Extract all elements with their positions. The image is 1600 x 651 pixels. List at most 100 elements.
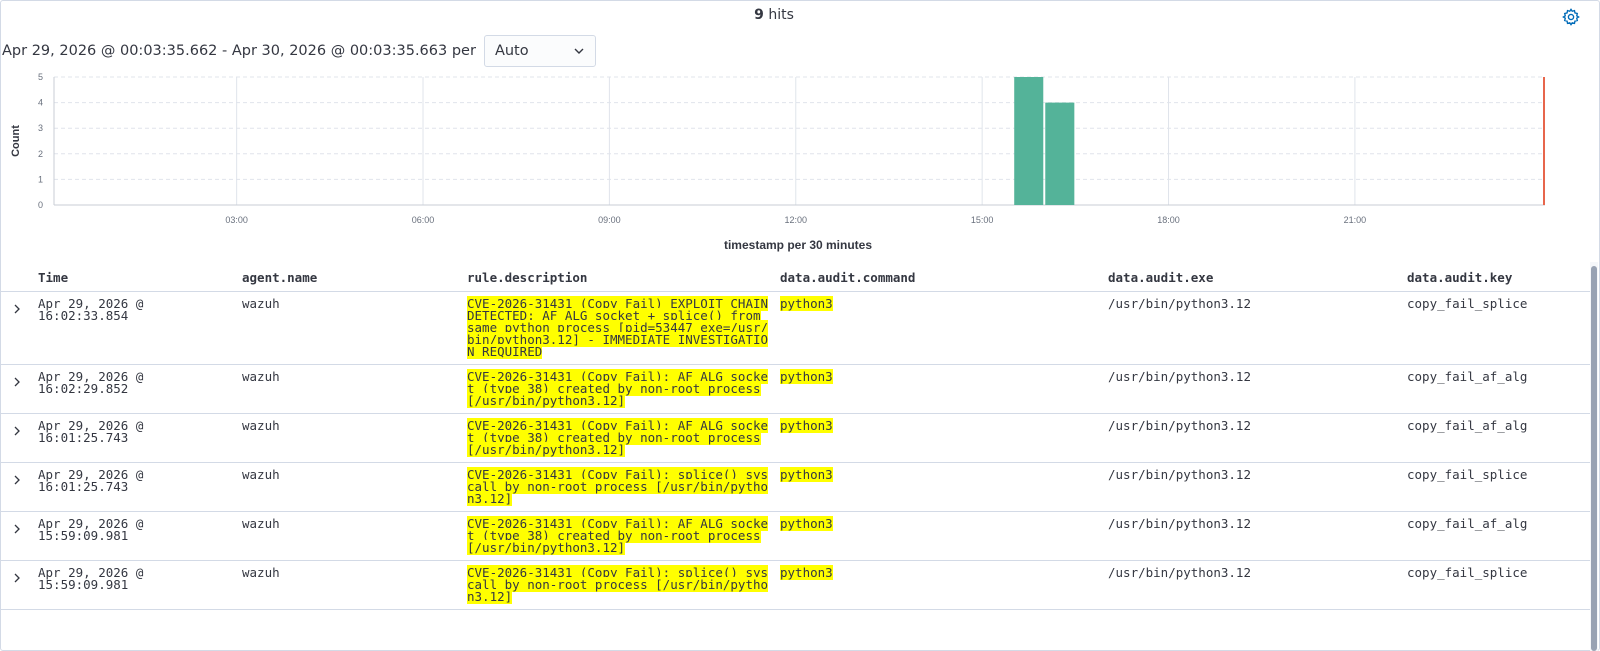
highlighted-command: python3 — [780, 295, 833, 311]
cell-audit-exe: /usr/bin/python3.12 — [1108, 564, 1251, 580]
chevron-right-icon — [14, 426, 20, 435]
highlighted-description: CVE-2026-31431 (Copy Fail): splice() sys… — [467, 466, 769, 506]
interval-select[interactable]: Auto — [483, 35, 596, 67]
row-expand-toggle[interactable] — [0, 364, 34, 413]
cell-audit-exe: /usr/bin/python3.12 — [1108, 515, 1251, 531]
x-tick-label: 21:00 — [1344, 215, 1367, 225]
cell-audit-command: python3 — [776, 413, 1104, 462]
cell-rule-description: CVE-2026-31431 (Copy Fail): AF_ALG socke… — [463, 413, 776, 462]
highlighted-description: CVE-2026-31431 (Copy Fail): AF_ALG socke… — [467, 417, 769, 457]
x-tick-label: 15:00 — [971, 215, 994, 225]
cell-audit-exe: /usr/bin/python3.12 — [1108, 417, 1251, 433]
y-axis-title: Count — [10, 125, 22, 157]
table-row: Apr 29, 2026 @ 16:01:25.743 wazuh CVE-2026… — [0, 413, 1590, 462]
row-expand-toggle[interactable] — [0, 511, 34, 560]
column-header-rule-description[interactable]: rule.description — [463, 264, 776, 291]
row-expand-toggle[interactable] — [0, 291, 34, 364]
cell-audit-command: python3 — [776, 291, 1104, 364]
cell-time: Apr 29, 2026 @ 16:02:29.852 — [38, 368, 144, 396]
cell-audit-key: copy_fail_af_alg — [1407, 368, 1528, 384]
table-row: Apr 29, 2026 @ 16:02:33.854 wazuh CVE-2026… — [0, 291, 1590, 364]
cell-time: Apr 29, 2026 @ 16:01:25.743 — [38, 417, 144, 445]
table-row: Apr 29, 2026 @ 15:59:09.981 wazuh CVE-2026… — [0, 511, 1590, 560]
y-tick-label: 3 — [38, 123, 43, 133]
cell-time: Apr 29, 2026 @ 16:02:33.854 — [38, 295, 144, 323]
highlighted-description: CVE-2026-31431 (Copy Fail): AF_ALG socke… — [467, 368, 769, 408]
row-expand-toggle[interactable] — [0, 413, 34, 462]
cell-rule-description: CVE-2026-31431 (Copy Fail): splice() sys… — [463, 462, 776, 511]
cell-agent-name: wazuh — [242, 466, 280, 482]
column-header-agent-name[interactable]: agent.name — [238, 264, 463, 291]
highlighted-command: python3 — [780, 564, 833, 580]
x-tick-label: 12:00 — [785, 215, 808, 225]
interval-value: Auto — [494, 43, 529, 59]
gear-icon[interactable] — [1562, 8, 1580, 26]
cell-rule-description: CVE-2026-31431 (Copy Fail) EXPLOIT CHAIN… — [463, 291, 776, 364]
cell-audit-command: python3 — [776, 364, 1104, 413]
chevron-right-icon — [14, 377, 20, 386]
chevron-down-icon — [574, 48, 584, 54]
x-axis-title: timestamp per 30 minutes — [724, 238, 872, 252]
cell-audit-key: copy_fail_splice — [1407, 564, 1528, 580]
cell-audit-key: copy_fail_af_alg — [1407, 417, 1528, 433]
cell-audit-command: python3 — [776, 511, 1104, 560]
highlighted-description: CVE-2026-31431 (Copy Fail): splice() sys… — [467, 564, 769, 604]
time-range-row: Apr 29, 2026 @ 00:03:35.662 - Apr 30, 20… — [2, 35, 596, 67]
row-expand-toggle[interactable] — [0, 560, 34, 609]
highlighted-command: python3 — [780, 417, 833, 433]
column-header-audit-key[interactable]: data.audit.key — [1403, 264, 1590, 291]
highlighted-command: python3 — [780, 515, 833, 531]
y-tick-label: 5 — [38, 72, 43, 82]
documents-table: Time agent.name rule.description data.au… — [0, 264, 1590, 610]
chevron-right-icon — [14, 524, 20, 533]
x-tick-label: 03:00 — [225, 215, 248, 225]
chevron-right-icon — [14, 573, 20, 582]
cell-rule-description: CVE-2026-31431 (Copy Fail): splice() sys… — [463, 560, 776, 609]
table-header-row: Time agent.name rule.description data.au… — [0, 264, 1590, 291]
cell-audit-command: python3 — [776, 462, 1104, 511]
highlighted-command: python3 — [780, 368, 833, 384]
x-tick-label: 09:00 — [598, 215, 621, 225]
time-range-text: Apr 29, 2026 @ 00:03:35.662 - Apr 30, 20… — [2, 43, 476, 59]
cell-time: Apr 29, 2026 @ 15:59:09.981 — [38, 564, 144, 592]
cell-agent-name: wazuh — [242, 295, 280, 311]
row-expand-toggle[interactable] — [0, 462, 34, 511]
cell-audit-key: copy_fail_af_alg — [1407, 515, 1528, 531]
cell-agent-name: wazuh — [242, 368, 280, 384]
cell-audit-key: copy_fail_splice — [1407, 295, 1528, 311]
expand-column-header — [0, 264, 34, 291]
table-row: Apr 29, 2026 @ 16:02:29.852 wazuh CVE-2026… — [0, 364, 1590, 413]
chevron-right-icon — [14, 475, 20, 484]
cell-rule-description: CVE-2026-31431 (Copy Fail): AF_ALG socke… — [463, 364, 776, 413]
cell-rule-description: CVE-2026-31431 (Copy Fail): AF_ALG socke… — [463, 511, 776, 560]
y-tick-label: 4 — [38, 98, 43, 108]
hits-count: 9 hits — [0, 7, 1548, 23]
column-header-time[interactable]: Time — [34, 264, 238, 291]
cell-audit-exe: /usr/bin/python3.12 — [1108, 368, 1251, 384]
table-row: Apr 29, 2026 @ 16:01:25.743 wazuh CVE-2026… — [0, 462, 1590, 511]
histogram-bar — [1014, 77, 1044, 205]
scrollbar-thumb[interactable] — [1591, 266, 1597, 651]
x-tick-label: 06:00 — [412, 215, 435, 225]
cell-audit-key: copy_fail_splice — [1407, 466, 1528, 482]
column-header-audit-exe[interactable]: data.audit.exe — [1104, 264, 1403, 291]
cell-audit-exe: /usr/bin/python3.12 — [1108, 295, 1251, 311]
cell-agent-name: wazuh — [242, 564, 280, 580]
y-tick-label: 1 — [38, 174, 43, 184]
highlighted-description: CVE-2026-31431 (Copy Fail): AF_ALG socke… — [467, 515, 769, 555]
cell-time: Apr 29, 2026 @ 15:59:09.981 — [38, 515, 144, 543]
hits-label: hits — [763, 7, 794, 23]
table-row: Apr 29, 2026 @ 15:59:09.981 wazuh CVE-2026… — [0, 560, 1590, 609]
highlighted-command: python3 — [780, 466, 833, 482]
table-scrollbar[interactable] — [1590, 262, 1598, 651]
y-tick-label: 0 — [38, 200, 43, 210]
column-header-audit-command[interactable]: data.audit.command — [776, 264, 1104, 291]
chevron-right-icon — [14, 304, 20, 313]
highlighted-description: CVE-2026-31431 (Copy Fail) EXPLOIT CHAIN… — [467, 295, 769, 359]
hits-number: 9 — [754, 7, 764, 23]
cell-audit-command: python3 — [776, 560, 1104, 609]
histogram-chart: 0 1 2 3 4 5 03:00 06:00 09:00 12:00 15:00 18:00 21:0… — [10, 72, 1545, 252]
cell-audit-exe: /usr/bin/python3.12 — [1108, 466, 1251, 482]
y-tick-label: 2 — [38, 149, 43, 159]
x-tick-label: 18:00 — [1157, 215, 1180, 225]
